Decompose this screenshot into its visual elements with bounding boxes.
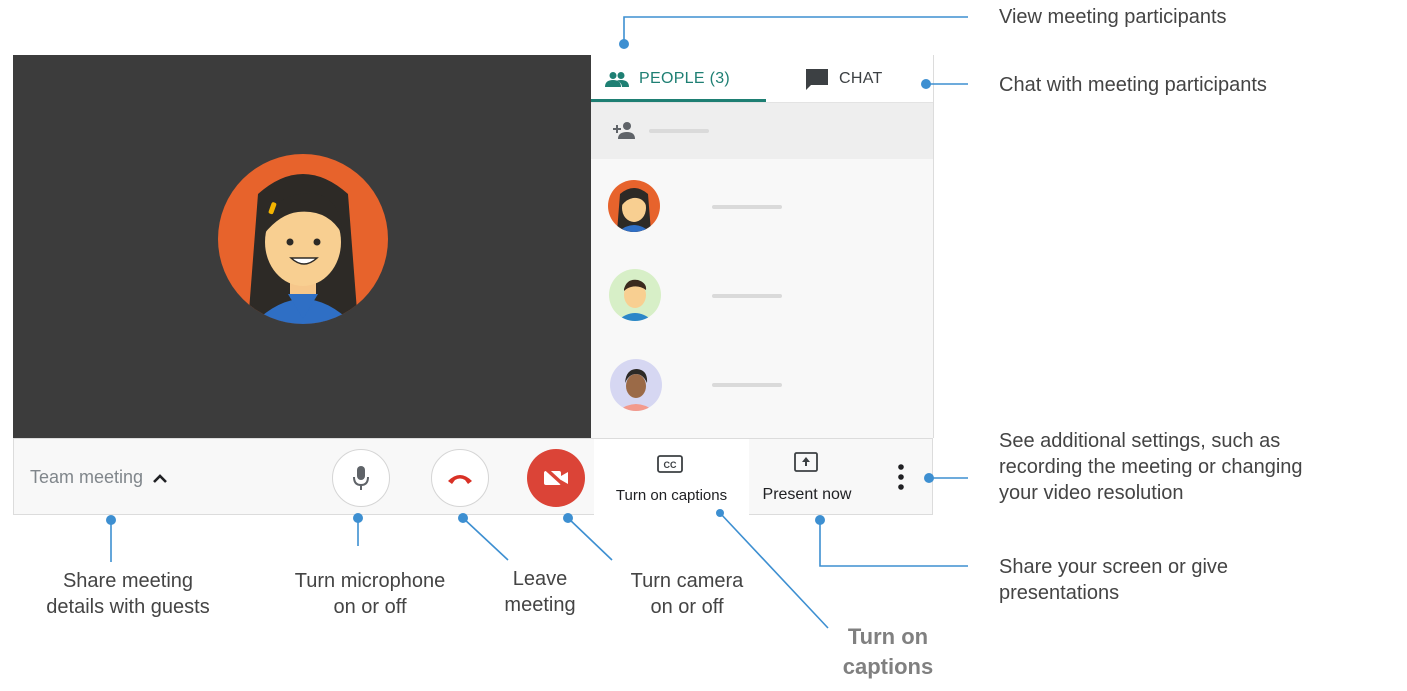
annotation-share-screen: Share your screen or give presentations (999, 556, 1229, 604)
annotation-chat-participants: Chat with meeting participants (999, 74, 1267, 96)
callout-dot (924, 473, 934, 483)
callout-line-participants (623, 16, 968, 44)
annotation-view-participants: View meeting participants (999, 6, 1227, 28)
annotation-captions: Turn on captions (842, 624, 934, 679)
callout-dot (716, 509, 724, 517)
callout-dot (458, 513, 468, 523)
annotation-more-settings: See additional settings, such as recordi… (999, 430, 1303, 504)
callout-dot (815, 515, 825, 525)
annotation-mic: Turn microphone on or off (294, 570, 446, 618)
callout-line-leave (462, 517, 509, 561)
annotation-share-details: Share meeting details with guests (46, 570, 210, 618)
callout-dot (619, 39, 629, 49)
callout-dot (353, 513, 363, 523)
annotation-camera: Turn camera on or off (630, 570, 744, 618)
callout-line-share (819, 520, 968, 567)
annotation-leave: Leave meeting (504, 568, 576, 616)
callout-line-camera (567, 517, 613, 561)
callout-dot (563, 513, 573, 523)
callout-dot (106, 515, 116, 525)
callout-dot (921, 79, 931, 89)
